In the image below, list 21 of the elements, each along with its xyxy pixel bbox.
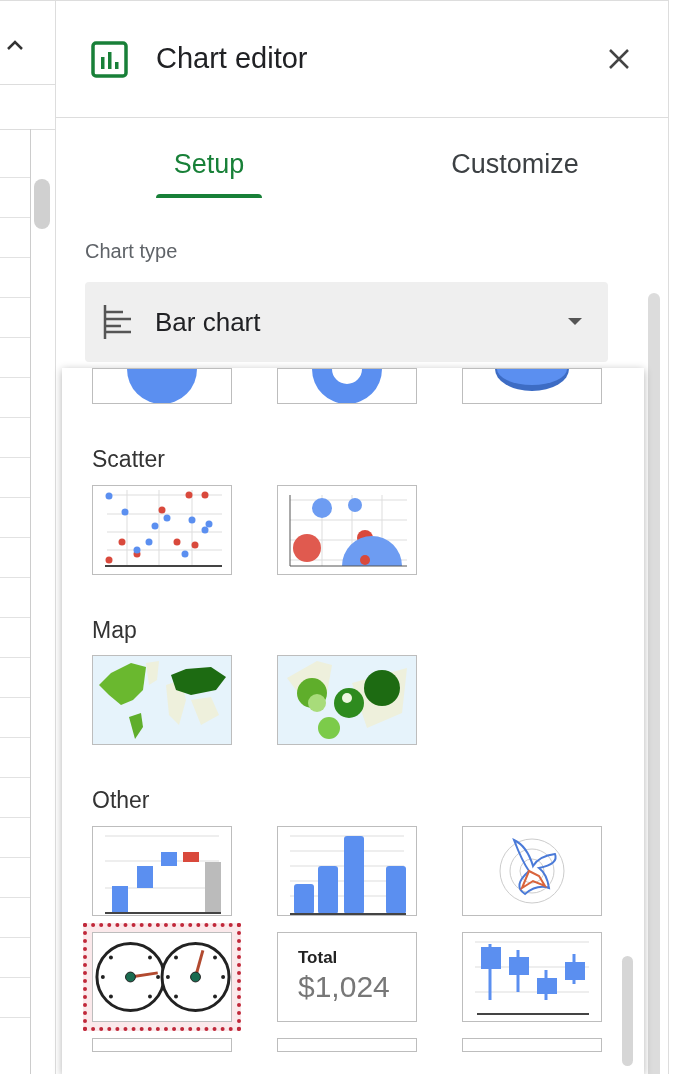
bar-chart-icon [103,305,133,339]
section-heading: Scatter [92,445,166,474]
chart-type-option[interactable]: Total $1,024 [277,931,417,1022]
chart-type-option[interactable] [83,922,241,1031]
tab[interactable]: Customize [362,118,668,198]
scrollbar-thumb[interactable] [622,956,633,1066]
dropdown-arrow-icon [568,318,582,326]
scorecard-title: Total [298,947,338,969]
donut-chart-drawing [312,369,382,403]
tab[interactable]: Setup [56,118,362,198]
chart-type-dropdown[interactable]: Bar chart [85,282,608,362]
scorecard-value: $1,024 [298,969,390,1006]
pie-chart-drawing [127,369,197,403]
chevron-up-icon[interactable] [6,39,24,51]
field-label: Chart type [85,239,179,264]
section-heading: Other [92,786,151,815]
close-icon[interactable] [608,48,630,70]
section-heading: Map [92,615,138,645]
scrollbar-thumb[interactable] [34,179,50,229]
panel-title: Chart editor [156,41,309,77]
bar-chart-icon [91,40,128,78]
